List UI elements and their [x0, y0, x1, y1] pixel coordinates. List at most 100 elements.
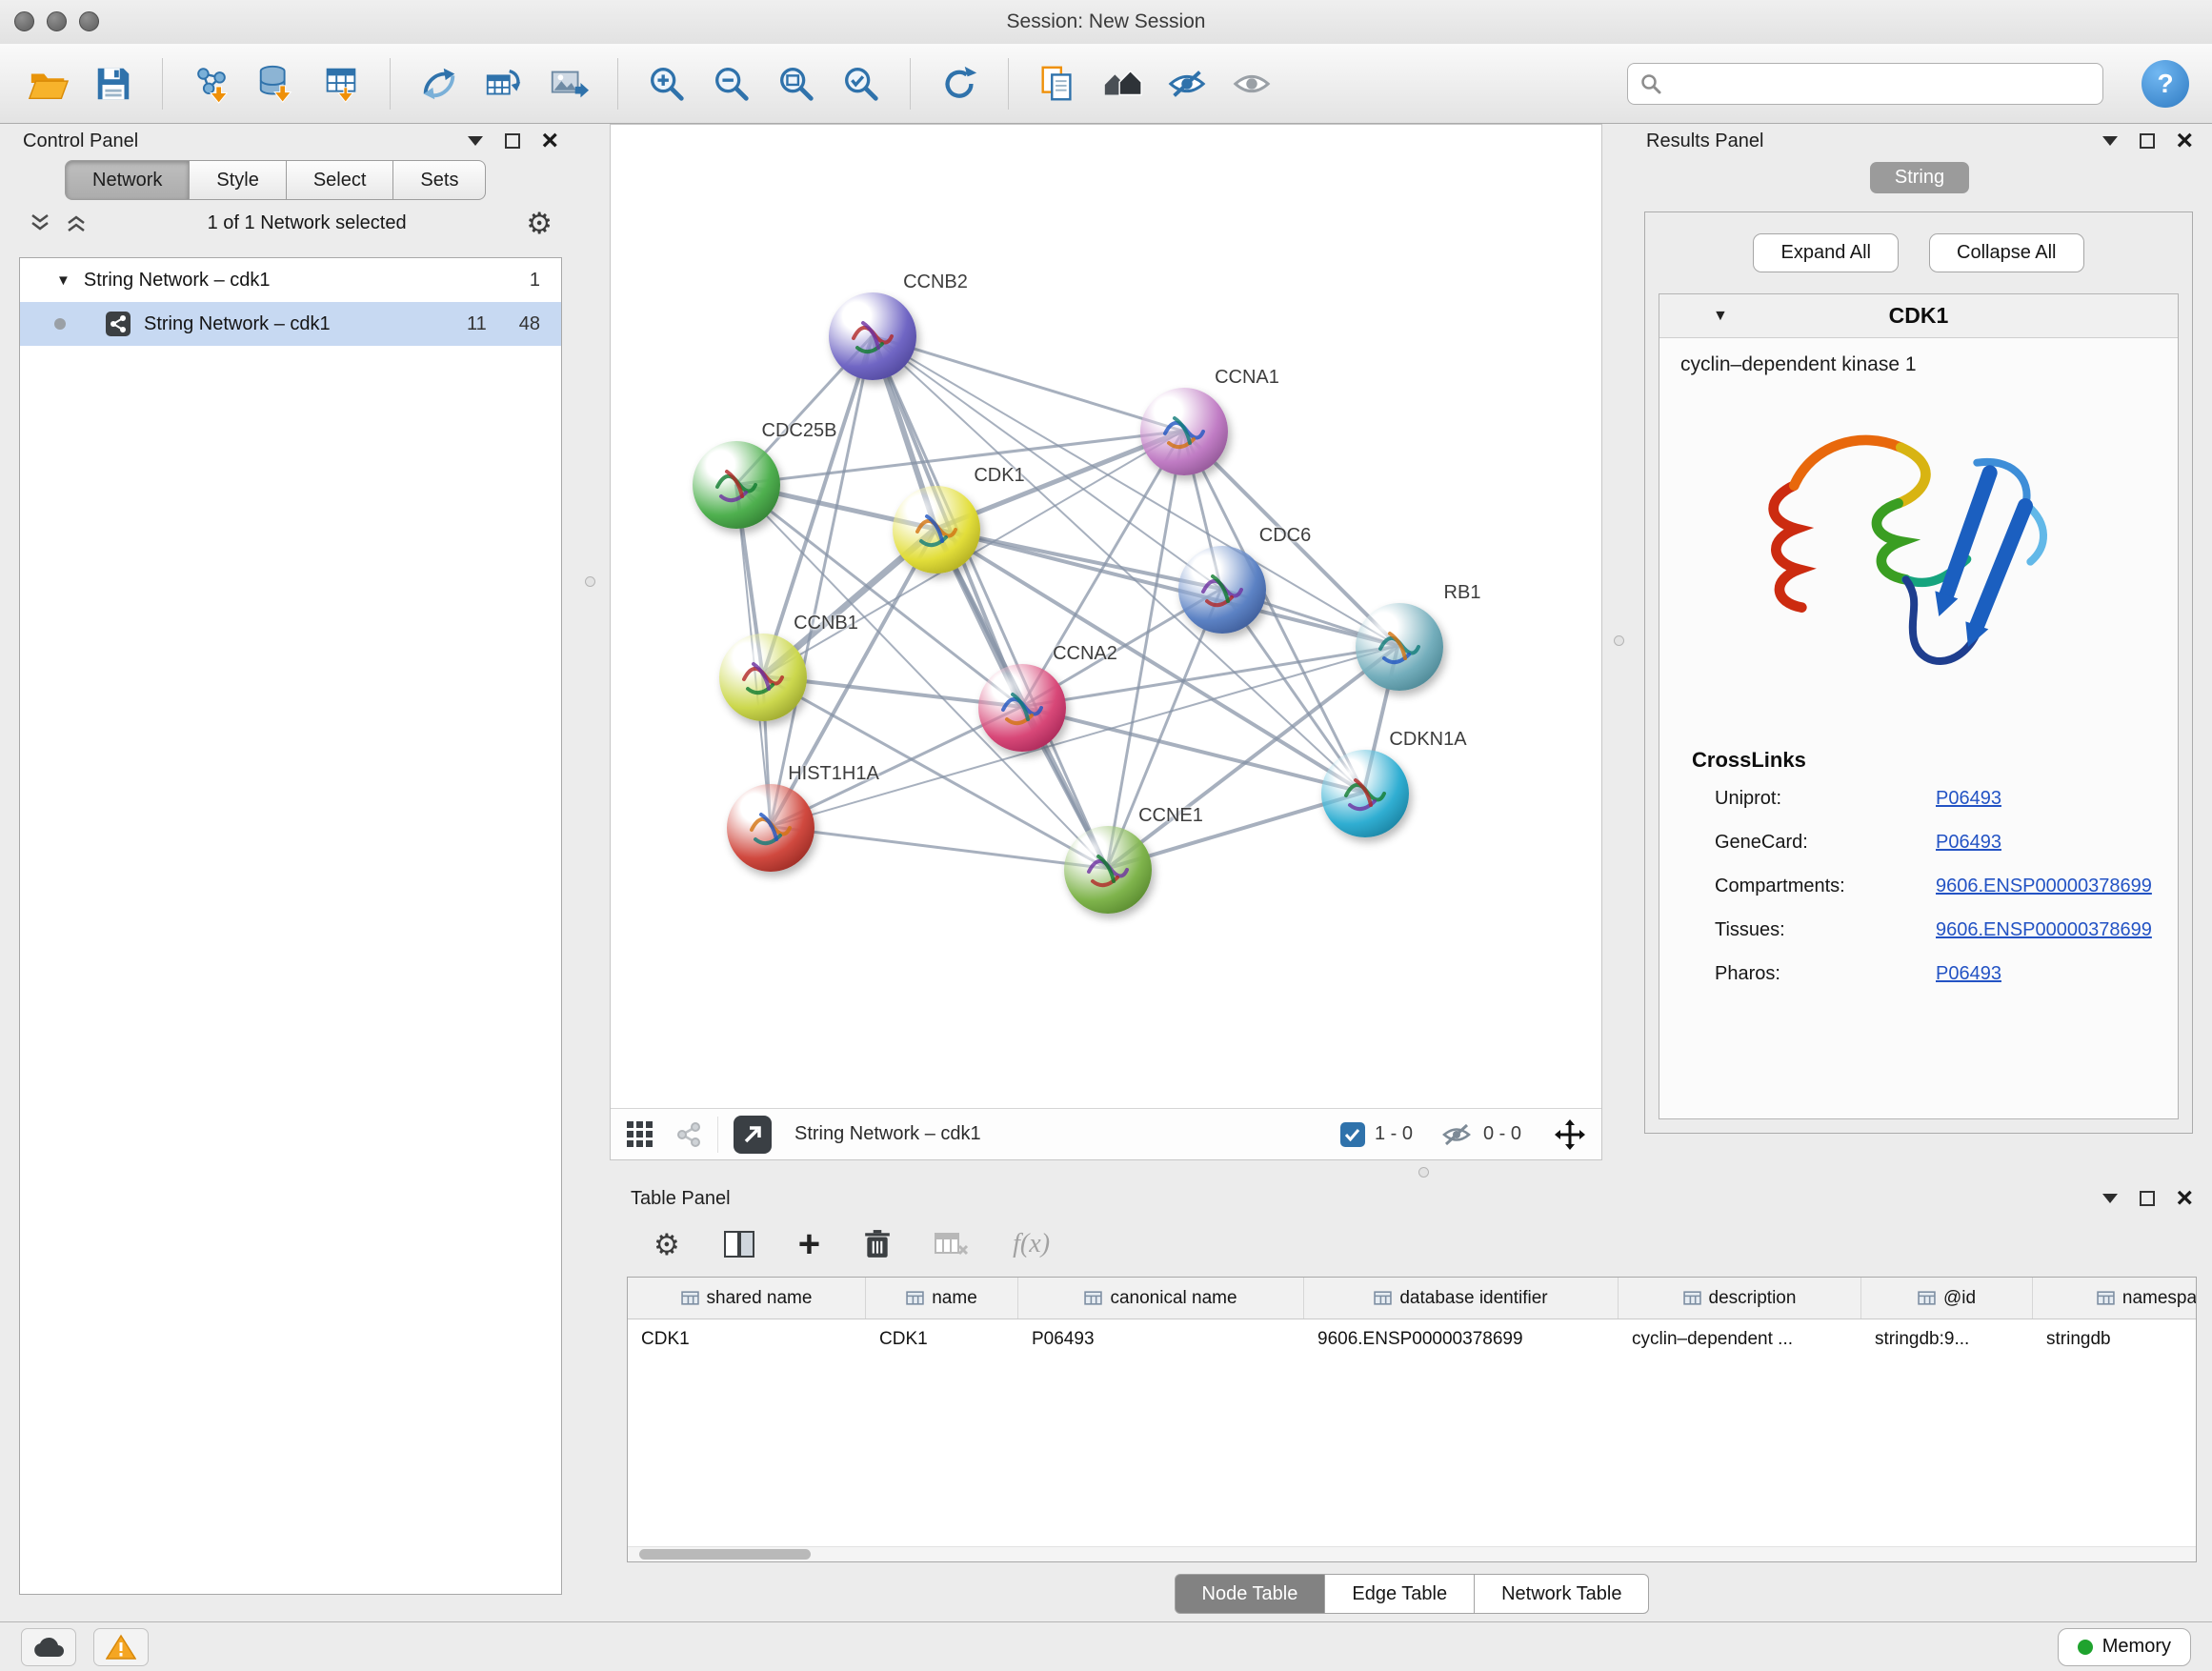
- table-cell[interactable]: 9606.ENSP00000378699: [1304, 1329, 1619, 1350]
- network-row[interactable]: String Network – cdk1 11 48: [20, 302, 561, 346]
- crosslink-link[interactable]: 9606.ENSP00000378699: [1936, 876, 2152, 897]
- table-cell[interactable]: CDK1: [866, 1329, 1018, 1350]
- column-header-database-identifier[interactable]: database identifier: [1304, 1278, 1619, 1319]
- maximize-panel-icon[interactable]: [2140, 133, 2155, 149]
- import-network-from-file-button[interactable]: [186, 58, 237, 110]
- tab-select[interactable]: Select: [287, 160, 394, 200]
- tab-node-table[interactable]: Node Table: [1175, 1574, 1326, 1614]
- table-cell[interactable]: stringdb: [2033, 1329, 2197, 1350]
- network-node-cdc6[interactable]: [1178, 546, 1266, 634]
- float-panel-icon[interactable]: [2101, 1193, 2119, 1204]
- maximize-panel-icon[interactable]: [2140, 1191, 2155, 1206]
- disclosure-triangle-icon[interactable]: ▼: [56, 272, 70, 289]
- splitter-handle[interactable]: [1614, 635, 1624, 646]
- search-input[interactable]: [1672, 72, 2091, 94]
- table-settings-gear-icon[interactable]: ⚙: [654, 1230, 680, 1259]
- gear-icon[interactable]: ⚙: [526, 209, 553, 238]
- show-panels-button[interactable]: [1226, 58, 1277, 110]
- open-session-button[interactable]: [23, 58, 74, 110]
- tab-edge-table[interactable]: Edge Table: [1325, 1574, 1475, 1614]
- show-columns-icon[interactable]: [724, 1231, 754, 1258]
- table-cell[interactable]: stringdb:9...: [1861, 1329, 2033, 1350]
- zoom-fit-button[interactable]: [771, 58, 822, 110]
- network-node-cdk1[interactable]: [893, 486, 980, 574]
- tab-sets[interactable]: Sets: [393, 160, 486, 200]
- collapse-all-button[interactable]: Collapse All: [1929, 233, 2084, 272]
- home-button[interactable]: [1096, 58, 1148, 110]
- collapse-all-icon[interactable]: [29, 212, 51, 233]
- crosslink-link[interactable]: P06493: [1936, 788, 2001, 810]
- memory-button[interactable]: Memory: [2058, 1628, 2191, 1666]
- protein-card-header[interactable]: ▼ CDK1: [1659, 294, 2178, 338]
- table-row[interactable]: CDK1CDK1P064939606.ENSP00000378699cyclin…: [628, 1319, 2196, 1359]
- column-header--id[interactable]: @id: [1861, 1278, 2033, 1319]
- maximize-panel-icon[interactable]: [505, 133, 520, 149]
- network-node-hist1h1a[interactable]: [727, 784, 814, 872]
- add-column-icon[interactable]: +: [798, 1229, 820, 1259]
- export-view-button[interactable]: [734, 1116, 772, 1154]
- table-cell[interactable]: cyclin–dependent ...: [1619, 1329, 1861, 1350]
- cloud-status-button[interactable]: [21, 1628, 76, 1666]
- network-node-ccna1[interactable]: [1140, 388, 1228, 475]
- selected-checkbox-icon[interactable]: [1340, 1122, 1365, 1147]
- hidden-eye-slash-icon[interactable]: [1441, 1122, 1472, 1147]
- column-header-canonical-name[interactable]: canonical name: [1018, 1278, 1304, 1319]
- disclosure-triangle-icon[interactable]: ▼: [1713, 308, 1728, 325]
- float-panel-icon[interactable]: [467, 135, 484, 147]
- scrollbar-thumb[interactable]: [639, 1549, 811, 1560]
- crosslink-link[interactable]: P06493: [1936, 963, 2001, 985]
- column-header-description[interactable]: description: [1619, 1278, 1861, 1319]
- network-node-cdkn1a[interactable]: [1321, 750, 1409, 837]
- column-header-name[interactable]: name: [866, 1278, 1018, 1319]
- network-node-ccna2[interactable]: [978, 664, 1066, 752]
- network-node-ccnb2[interactable]: [829, 292, 916, 380]
- network-view-canvas[interactable]: CCNB2CCNA1CDC25BCDK1CDC6RB1CCNB1CCNA2CDK…: [610, 124, 1602, 1160]
- open-folder-icon: [28, 63, 70, 105]
- delete-column-trash-icon[interactable]: [864, 1229, 891, 1259]
- network-collection-row[interactable]: ▼ String Network – cdk1 1: [20, 258, 561, 302]
- copy-button[interactable]: [1032, 58, 1083, 110]
- save-session-button[interactable]: [88, 58, 139, 110]
- splitter-handle[interactable]: [1418, 1167, 1429, 1178]
- tab-network[interactable]: Network: [65, 160, 190, 200]
- fit-selection-crosshair-icon[interactable]: [1554, 1118, 1586, 1151]
- zoom-selected-button[interactable]: [835, 58, 887, 110]
- export-image-button[interactable]: [543, 58, 594, 110]
- zoom-out-button[interactable]: [706, 58, 757, 110]
- close-panel-icon[interactable]: ×: [2176, 127, 2193, 155]
- hide-panels-button[interactable]: [1161, 58, 1213, 110]
- close-panel-icon[interactable]: ×: [2176, 1184, 2193, 1213]
- zoom-in-button[interactable]: [641, 58, 693, 110]
- expand-all-button[interactable]: Expand All: [1753, 233, 1899, 272]
- close-window-button[interactable]: [14, 11, 34, 31]
- import-network-from-database-button[interactable]: [251, 58, 302, 110]
- minimize-window-button[interactable]: [47, 11, 67, 31]
- merge-networks-button[interactable]: [413, 58, 465, 110]
- tab-network-table[interactable]: Network Table: [1475, 1574, 1649, 1614]
- expand-all-icon[interactable]: [65, 212, 88, 233]
- column-header-namespace[interactable]: namespace: [2033, 1278, 2197, 1319]
- network-node-ccne1[interactable]: [1064, 826, 1152, 914]
- tab-style[interactable]: Style: [190, 160, 286, 200]
- close-panel-icon[interactable]: ×: [541, 127, 558, 155]
- birdseye-grid-icon[interactable]: [626, 1120, 654, 1149]
- float-panel-icon[interactable]: [2101, 135, 2119, 147]
- crosslink-link[interactable]: P06493: [1936, 832, 2001, 854]
- refresh-button[interactable]: [934, 58, 985, 110]
- help-button[interactable]: ?: [2142, 60, 2189, 108]
- warnings-button[interactable]: [93, 1628, 149, 1666]
- network-node-ccnb1[interactable]: [719, 634, 807, 721]
- splitter-handle[interactable]: [585, 576, 595, 587]
- column-header-shared-name[interactable]: shared name: [628, 1278, 866, 1319]
- network-from-table-button[interactable]: [478, 58, 530, 110]
- tab-string[interactable]: String: [1870, 162, 1969, 193]
- zoom-window-button[interactable]: [79, 11, 99, 31]
- crosslink-link[interactable]: 9606.ENSP00000378699: [1936, 919, 2152, 941]
- table-cell[interactable]: CDK1: [628, 1329, 866, 1350]
- table-cell[interactable]: P06493: [1018, 1329, 1304, 1350]
- network-node-cdc25b[interactable]: [693, 441, 780, 529]
- horizontal-scrollbar[interactable]: [628, 1546, 2196, 1561]
- import-table-button[interactable]: [315, 58, 367, 110]
- network-node-rb1[interactable]: [1356, 603, 1443, 691]
- share-icon[interactable]: [675, 1121, 702, 1148]
